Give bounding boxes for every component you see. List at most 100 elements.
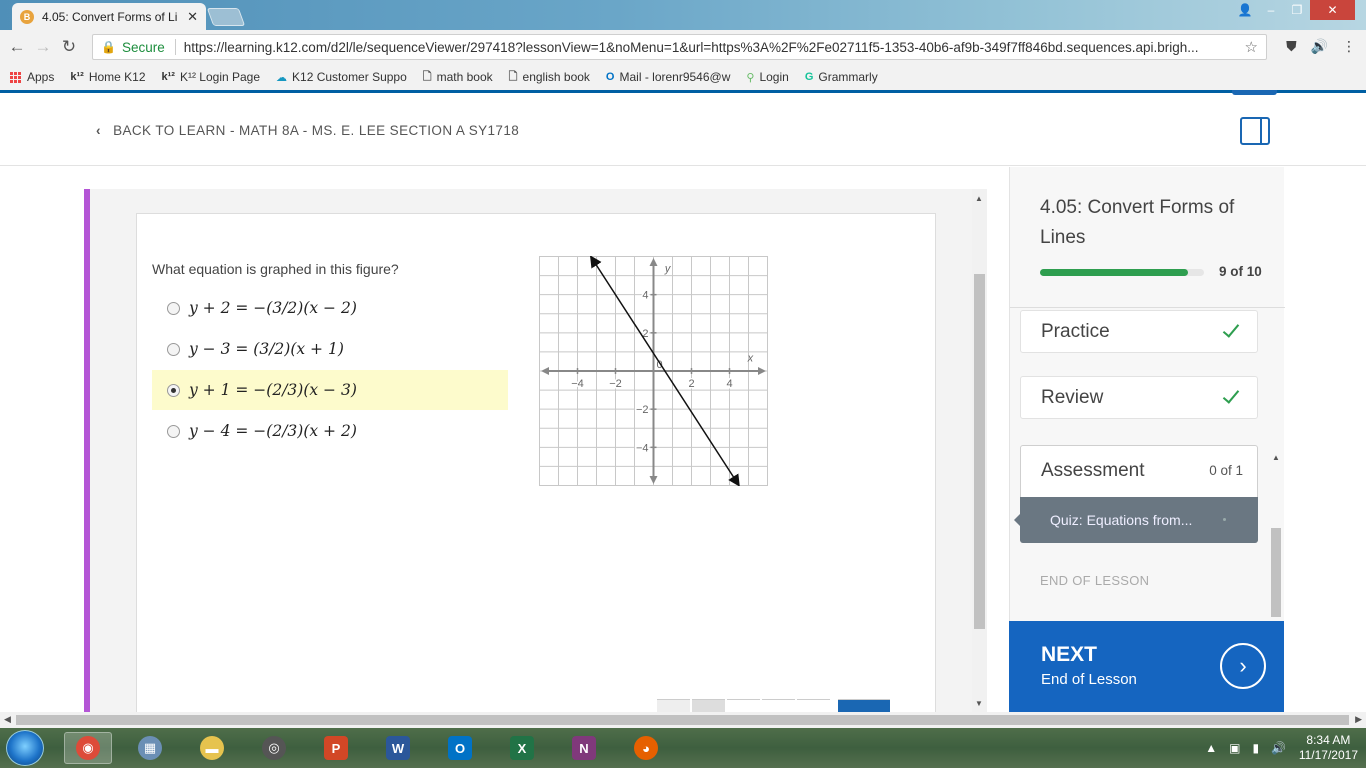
taskbar-app[interactable]: P [312,732,360,764]
option-equation: y + 1 = −(2/3)(x − 3) [189,381,357,399]
forward-arrow-icon[interactable]: → [30,37,56,57]
new-tab-button[interactable] [206,8,246,26]
pager-segment[interactable] [797,699,830,713]
answer-option[interactable]: y + 2 = −(3/2)(x − 2) [152,288,508,328]
toggle-sidebar-icon[interactable] [1240,117,1270,145]
system-tray: ▲ ▣ ▮ 🔊 [1205,741,1286,755]
volume-icon[interactable]: 🔊 [1271,741,1286,755]
sidebar-scrollbar[interactable]: ▲ ▼ [1269,453,1283,617]
activity-frame: What equation is graphed in this figure?… [84,189,987,723]
omnibox-divider [174,39,176,55]
radio-button[interactable] [167,424,180,438]
bookmark-item[interactable]: k¹² Home K12 [70,70,145,84]
next-subtitle: End of Lesson [1041,671,1137,688]
bookmark-label: Apps [27,70,55,84]
back-to-learn-link[interactable]: ‹ BACK TO LEARN - MATH 8A - MS. E. LEE S… [96,123,519,138]
taskbar-clock[interactable]: 8:34 AM 11/17/2017 [1299,733,1358,763]
taskbar-app[interactable]: ◕ [622,732,670,764]
pager-segment[interactable] [727,699,760,713]
user-icon[interactable]: 👤 [1232,0,1258,20]
bookmark-item[interactable]: 🗋 math book [423,68,493,87]
bookmark-item[interactable]: O Mail - lorenr9546@w [606,70,730,84]
bookmark-label: Mail - lorenr9546@w [619,70,731,84]
speaker-extension-icon[interactable]: 🔊 [1311,38,1328,55]
bookmark-star-icon[interactable]: ☆ [1245,38,1258,56]
tray-expand-icon[interactable]: ▲ [1205,741,1217,755]
next-button[interactable]: NEXT End of Lesson › [1009,621,1284,712]
scroll-right-arrow-icon[interactable]: ▶ [1355,714,1362,725]
x-tick-label: −2 [609,378,622,390]
restore-button[interactable]: ❐ [1284,0,1310,20]
powerpoint-icon: P [324,736,348,760]
bookmark-item[interactable]: 🗋 english book [509,68,590,87]
reload-icon[interactable]: ↻ [56,37,82,57]
answer-option[interactable]: y − 3 = (3/2)(x + 1) [152,329,508,369]
webcam-icon: ◎ [262,736,286,760]
taskbar-app[interactable]: X [498,732,546,764]
bookmark-item[interactable]: Apps [10,70,54,84]
tab-close-icon[interactable]: ✕ [187,9,198,25]
radio-button[interactable] [167,342,180,356]
shield-extension-icon[interactable]: ⛊ [1286,38,1297,55]
answer-option[interactable]: y + 1 = −(2/3)(x − 3) [152,370,508,410]
sidebar-item-label: Review [1041,386,1104,408]
chevron-right-icon: › [1220,643,1266,689]
quiz-item[interactable]: Quiz: Equations from... [1014,497,1258,543]
scrollbar-thumb[interactable] [16,715,1349,725]
k12-icon: k¹² [70,71,84,83]
checkmark-icon [1222,386,1240,404]
taskbar-app[interactable]: ◉ [64,732,112,764]
lesson-header: ‹ BACK TO LEARN - MATH 8A - MS. E. LEE S… [0,90,1366,166]
answer-option[interactable]: y − 4 = −(2/3)(x + 2) [152,411,508,451]
radio-button[interactable] [167,301,180,315]
content-scrollbar[interactable]: ▲ ▼ [972,189,987,712]
next-title: NEXT [1041,643,1098,666]
taskbar-app[interactable]: N [560,732,608,764]
word-icon: W [386,736,410,760]
bookmark-item[interactable]: G Grammarly [805,70,878,84]
close-window-button[interactable]: ✕ [1310,0,1355,20]
taskbar-app[interactable]: ▦ [126,732,174,764]
page-icon: 🗋 [508,70,518,83]
k12-favicon-icon: B [20,9,34,24]
scroll-down-arrow-icon[interactable]: ▼ [975,699,983,708]
browser-tab[interactable]: B 4.05: Convert Forms of Li ✕ [12,3,206,30]
x-tick-label: 4 [726,378,732,390]
taskbar-app[interactable]: ◎ [250,732,298,764]
device-icon[interactable]: ▣ [1229,741,1240,755]
start-button[interactable] [6,730,44,766]
page-icon: 🗋 [422,70,432,83]
submit-button[interactable] [838,699,890,713]
minimize-button[interactable]: – [1258,0,1284,20]
y-tick-label: −4 [636,442,649,454]
bookmark-item[interactable]: ⚲ Login [746,70,788,84]
pager-segment[interactable] [657,699,690,713]
chrome-menu-icon[interactable]: ⋮ [1342,38,1356,55]
bookmark-item[interactable]: ☁ K12 Customer Suppo [276,70,407,84]
sidebar-item-practice[interactable]: Practice [1020,310,1258,353]
scroll-up-arrow-icon[interactable]: ▲ [975,194,983,203]
bookmark-item[interactable]: k¹² K¹² Login Page [162,70,261,84]
sidebar-item-assessment[interactable]: Assessment 0 of 1 Quiz: Equations from..… [1014,445,1258,543]
network-signal-icon[interactable]: ▮ [1252,741,1259,755]
taskbar-app[interactable]: ▬ [188,732,236,764]
scrollbar-thumb[interactable] [1271,528,1281,617]
scroll-left-arrow-icon[interactable]: ◀ [4,714,11,725]
bookmark-label: english book [522,70,590,84]
excel-icon: X [510,736,534,760]
content-area: What equation is graphed in this figure?… [0,167,1009,723]
scroll-up-arrow-icon[interactable]: ▲ [1272,453,1280,462]
browser-toolbar: ← → ↻ 🔒 Secure https://learning.k12.com/… [0,30,1366,64]
address-bar[interactable]: 🔒 Secure https://learning.k12.com/d2l/le… [92,34,1267,60]
taskbar-app[interactable]: W [374,732,422,764]
horizontal-scrollbar[interactable]: ◀ ▶ [0,712,1366,728]
sidebar-item-review[interactable]: Review [1020,376,1258,419]
pager-segment[interactable] [692,699,725,713]
radio-button[interactable] [167,383,180,397]
scrollbar-thumb[interactable] [974,274,985,629]
taskbar-app[interactable]: O [436,732,484,764]
pager-segment[interactable] [762,699,795,713]
back-arrow-icon[interactable]: ← [4,37,30,57]
question-pager [657,699,890,713]
secure-label: Secure [121,39,165,55]
